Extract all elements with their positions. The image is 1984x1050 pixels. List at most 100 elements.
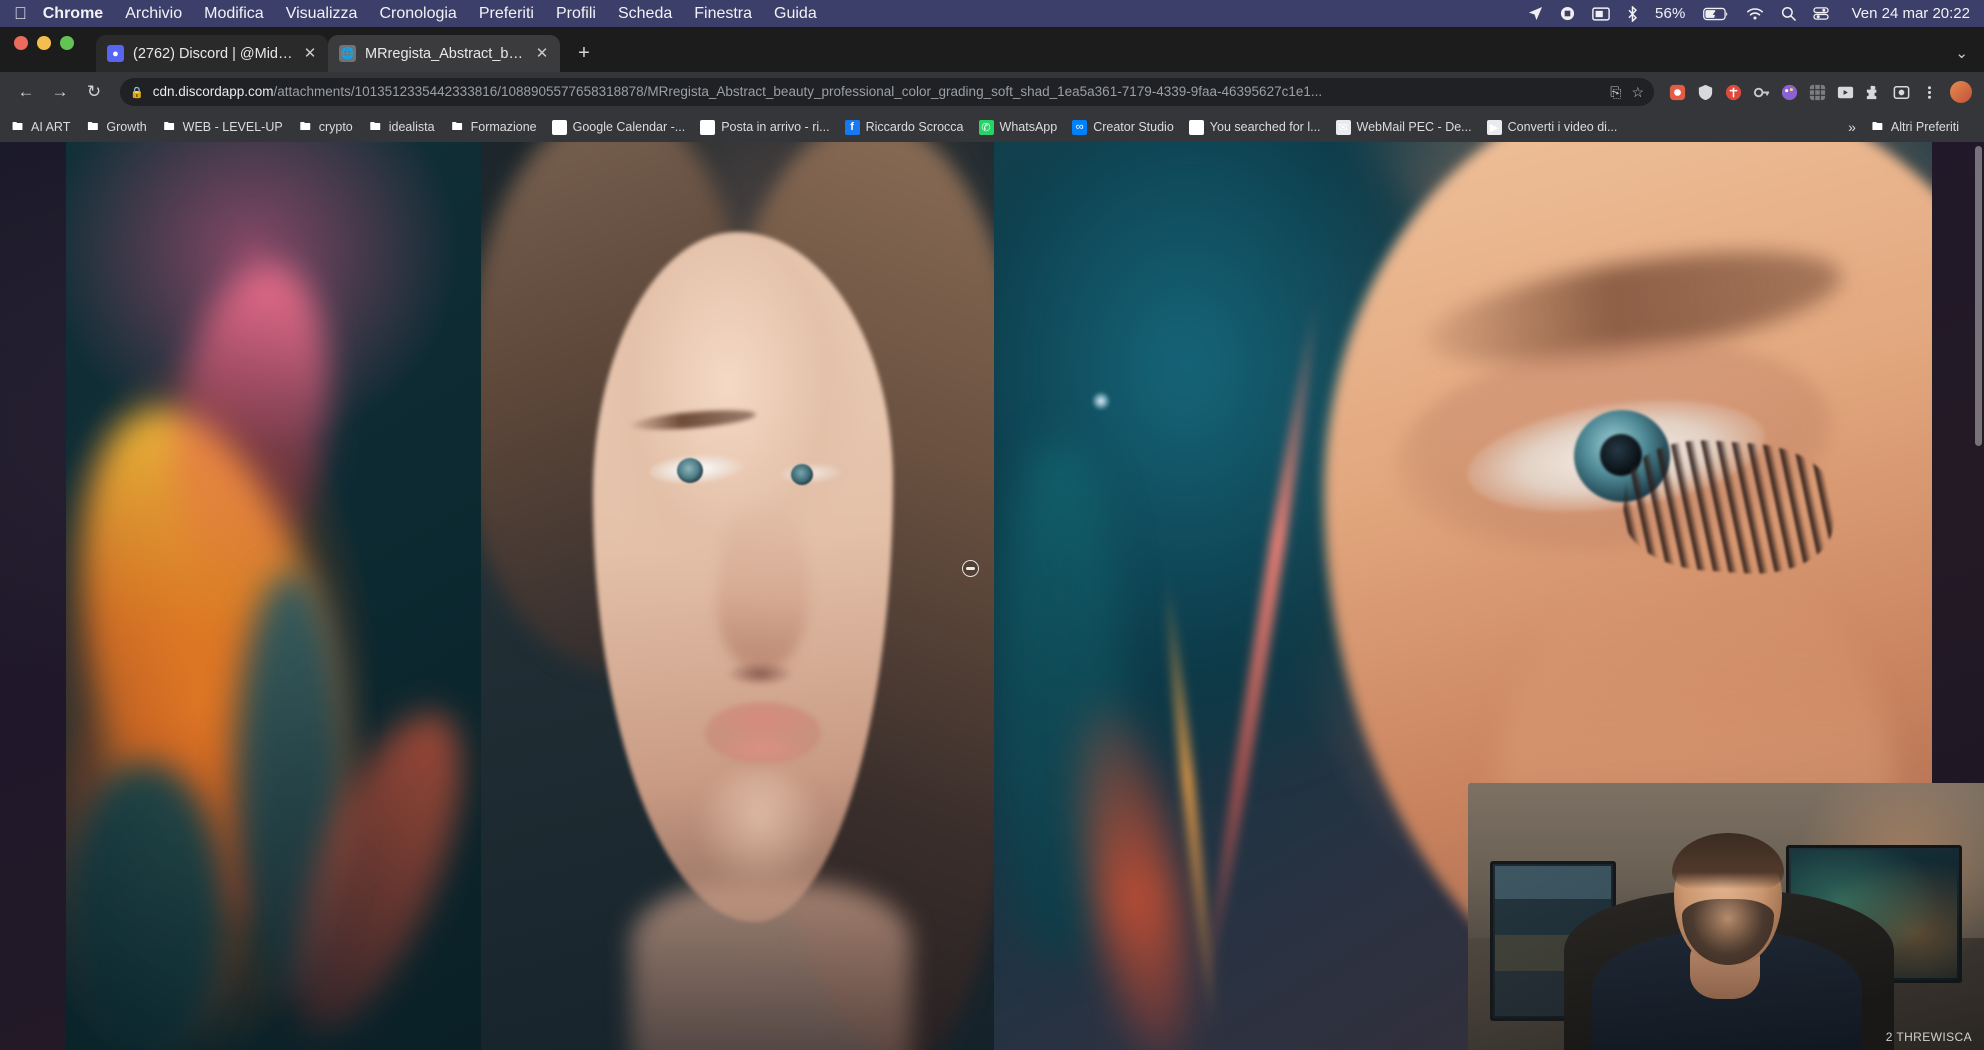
menu-item-guida[interactable]: Guida	[774, 5, 817, 23]
bookmark-label: Google Calendar -...	[573, 120, 686, 134]
chevron-down-icon[interactable]: ⌄	[1955, 44, 1968, 62]
iris-left-shape	[677, 458, 703, 483]
puzzle-piece-icon[interactable]	[1860, 79, 1886, 105]
address-bar[interactable]: 🔒 cdn.discordapp.com/attachments/1013512…	[120, 78, 1654, 106]
scrollbar-thumb[interactable]	[1975, 146, 1982, 446]
light-glint	[1092, 392, 1110, 410]
menu-kebab-icon[interactable]	[1916, 79, 1942, 105]
gmail-icon: M	[700, 120, 715, 135]
bookmark-label: Posta in arrivo - ri...	[721, 120, 829, 134]
close-window-button[interactable]	[14, 36, 28, 50]
bookmark-crypto[interactable]: 🖿crypto	[298, 120, 353, 135]
bookmark-google-calendar[interactable]: 31 Google Calendar -...	[552, 120, 686, 135]
webcam-overlay[interactable]: 2 THREWISCA	[1468, 783, 1984, 1050]
facebook-icon: f	[845, 120, 860, 135]
bookmark-label: crypto	[319, 120, 353, 134]
spotlight-search-icon[interactable]	[1781, 6, 1796, 21]
neck-shape	[631, 882, 911, 1050]
close-tab-icon[interactable]: ✕	[535, 46, 549, 62]
tab-strip: ● (2762) Discord | @Midjourney ✕ 🌐 MRreg…	[0, 27, 1984, 72]
menu-item-archivio[interactable]: Archivio	[125, 5, 182, 23]
tab-discord[interactable]: ● (2762) Discord | @Midjourney ✕	[96, 35, 328, 72]
bookmark-converti-video[interactable]: ▶Converti i video di...	[1487, 120, 1618, 135]
image-panel-portrait	[481, 142, 994, 1050]
bookmark-label: WEB - LEVEL-UP	[183, 120, 283, 134]
lips-shape	[705, 702, 821, 764]
menu-item-finestra[interactable]: Finestra	[694, 5, 752, 23]
folder-icon: 🖿	[1870, 120, 1885, 135]
bookmark-other-bookmarks[interactable]: 🖿Altri Preferiti	[1870, 120, 1959, 135]
minimize-window-button[interactable]	[37, 36, 51, 50]
close-tab-icon[interactable]: ✕	[303, 46, 317, 62]
bookmark-gmail-inbox[interactable]: M Posta in arrivo - ri...	[700, 120, 829, 135]
key-extension-icon[interactable]	[1748, 79, 1774, 105]
macos-menu-bar:  Chrome Archivio Modifica Visualizza Cr…	[0, 0, 1984, 27]
circle-cursor	[962, 560, 979, 577]
bookmarks-overflow-button[interactable]: »	[1848, 119, 1856, 135]
bookmark-creator-studio[interactable]: ∞ Creator Studio	[1072, 120, 1174, 135]
bookmark-star-icon[interactable]: ☆	[1631, 84, 1644, 101]
menu-item-chrome[interactable]: Chrome	[43, 5, 103, 23]
puzzle-extension-icon[interactable]	[1664, 79, 1690, 105]
back-button[interactable]: ←	[12, 78, 40, 106]
bookmark-web-level-up[interactable]: 🖿 WEB - LEVEL-UP	[162, 120, 283, 135]
menu-item-profili[interactable]: Profili	[556, 5, 596, 23]
bookmarks-bar: 🖿AI ART 🖿Growth 🖿WEB - LEVEL-UP 🖿crypto …	[0, 112, 1984, 142]
forward-button[interactable]: →	[46, 78, 74, 106]
whatsapp-icon: ✆	[979, 120, 994, 135]
pin-extension-icon[interactable]	[1720, 79, 1746, 105]
browser-toolbar: ← → ↻ 🔒 cdn.discordapp.com/attachments/1…	[0, 72, 1984, 112]
bookmark-youtube-search[interactable]: ▶You searched for l...	[1189, 120, 1321, 135]
menu-item-preferiti[interactable]: Preferiti	[479, 5, 534, 23]
location-arrow-icon[interactable]	[1528, 6, 1543, 21]
bookmark-riccardo-scrocca[interactable]: fRiccardo Scrocca	[845, 120, 964, 135]
url-host: cdn.discordapp.com	[153, 84, 274, 99]
pec-icon: ✉	[1336, 120, 1351, 135]
grid-extension-icon[interactable]	[1804, 79, 1830, 105]
lock-icon[interactable]: 🔒	[130, 86, 144, 99]
share-icon[interactable]: ⎘	[1610, 84, 1621, 101]
bluetooth-icon[interactable]	[1627, 6, 1638, 22]
tab-image[interactable]: 🌐 MRregista_Abstract_beauty_... ✕	[328, 35, 560, 72]
bookmark-growth[interactable]: 🖿Growth	[85, 120, 146, 135]
bookmark-label: Growth	[106, 120, 146, 134]
bookmark-webmail-pec[interactable]: ✉WebMail PEC - De...	[1336, 120, 1472, 135]
menu-item-scheda[interactable]: Scheda	[618, 5, 672, 23]
globe-icon: 🌐	[339, 45, 356, 62]
tab-title: MRregista_Abstract_beauty_...	[365, 46, 525, 62]
bookmark-label: Converti i video di...	[1508, 120, 1618, 134]
bookmark-idealista[interactable]: 🖿idealista	[368, 120, 435, 135]
nostril-shape	[727, 662, 793, 684]
menu-item-cronologia[interactable]: Cronologia	[379, 5, 456, 23]
display-icon[interactable]	[1592, 7, 1610, 21]
menu-bar-clock[interactable]: Ven 24 mar 20:22	[1852, 5, 1970, 22]
zoom-window-button[interactable]	[60, 36, 74, 50]
palette-extension-icon[interactable]	[1776, 79, 1802, 105]
bookmark-formazione[interactable]: 🖿Formazione	[450, 120, 537, 135]
profile-avatar[interactable]	[1950, 81, 1972, 103]
bookmark-label: WhatsApp	[1000, 120, 1058, 134]
screen-record-icon[interactable]	[1560, 6, 1575, 21]
reload-button[interactable]: ↻	[80, 78, 108, 106]
battery-percent-label: 56%	[1655, 5, 1686, 22]
bookmark-ai-art[interactable]: 🖿AI ART	[10, 120, 70, 135]
bookmark-label: Creator Studio	[1093, 120, 1174, 134]
url-text: cdn.discordapp.com/attachments/101351233…	[153, 78, 1601, 106]
control-center-icon[interactable]	[1813, 6, 1829, 21]
folder-icon: 🖿	[162, 120, 177, 135]
menu-item-modifica[interactable]: Modifica	[204, 5, 264, 23]
meta-icon: ∞	[1072, 120, 1087, 135]
calendar-icon: 31	[552, 120, 567, 135]
shield-extension-icon[interactable]	[1692, 79, 1718, 105]
iris-right-shape	[791, 464, 813, 485]
dark-teal-shape	[66, 762, 226, 1050]
wifi-icon[interactable]	[1746, 7, 1764, 21]
bookmark-whatsapp[interactable]: ✆ WhatsApp	[979, 120, 1058, 135]
media-extension-icon[interactable]	[1832, 79, 1858, 105]
screenshot-icon[interactable]	[1888, 79, 1914, 105]
new-tab-button[interactable]: +	[568, 37, 600, 69]
bookmark-label: Formazione	[471, 120, 537, 134]
battery-icon[interactable]	[1703, 7, 1729, 21]
apple-logo-icon[interactable]: 	[14, 5, 27, 22]
menu-item-visualizza[interactable]: Visualizza	[286, 5, 358, 23]
